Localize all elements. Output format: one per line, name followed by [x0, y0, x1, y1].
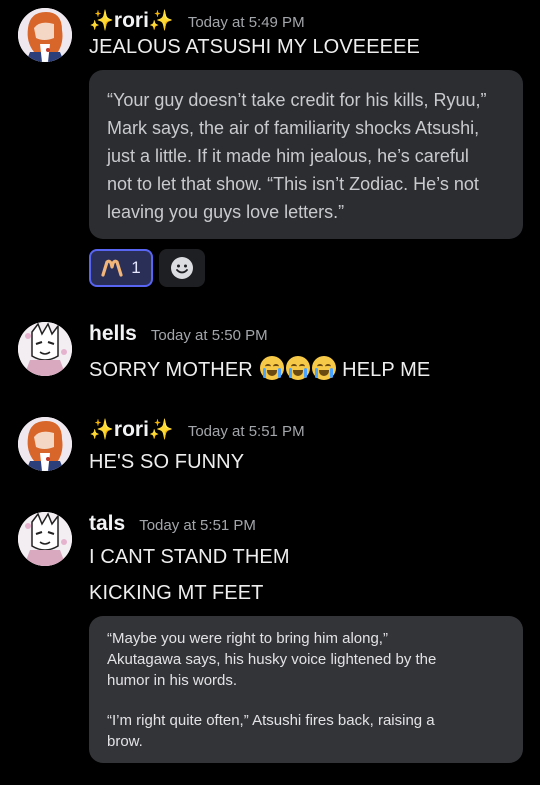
- sparkle-icon: ✨: [89, 419, 114, 441]
- message-header: hells Today at 5:50 PM: [89, 322, 268, 346]
- quote-line: humor in his words.: [107, 672, 238, 689]
- message-text: SORRY MOTHER HELP ME: [89, 356, 430, 382]
- message-tals: tals Today at 5:51 PM I CANT STAND THEM …: [0, 512, 540, 772]
- message-text: I CANT STAND THEM: [89, 546, 290, 568]
- sparkle-icon: ✨: [89, 10, 114, 32]
- message-rori-1: ✨ rori ✨ Today at 5:49 PM JEALOUS ATSUSH…: [0, 8, 540, 288]
- timestamp: Today at 5:51 PM: [187, 423, 305, 440]
- timestamp: Today at 5:51 PM: [139, 517, 256, 534]
- quote-line: brow.: [107, 733, 143, 750]
- username[interactable]: tals: [89, 512, 125, 536]
- avatar[interactable]: [18, 512, 72, 566]
- message-text-start: SORRY MOTHER: [89, 359, 253, 381]
- smiley-icon: [171, 257, 193, 279]
- quote-line: “Maybe you were right to bring him along…: [107, 630, 388, 647]
- quote-line: Mark says, the air of familiarity shocks…: [107, 118, 480, 138]
- reaction-hands-heart[interactable]: 1: [89, 249, 153, 287]
- quote-line: just a little. If it made him jealous, h…: [107, 146, 469, 166]
- reaction-count: 1: [131, 258, 141, 277]
- timestamp: Today at 5:49 PM: [187, 14, 305, 31]
- username[interactable]: hells: [89, 322, 137, 346]
- avatar[interactable]: [18, 417, 72, 471]
- sparkle-icon: ✨: [148, 10, 174, 32]
- loudly-crying-face-icon: [311, 356, 336, 380]
- avatar[interactable]: [18, 8, 72, 62]
- quote-line: not to let that show. “This isn’t Zodiac…: [107, 174, 479, 194]
- quote-card: “Your guy doesn’t take credit for his ki…: [89, 70, 523, 239]
- username[interactable]: rori: [114, 9, 149, 33]
- message-header: tals Today at 5:51 PM: [89, 512, 256, 536]
- loudly-crying-face-icon: [259, 356, 284, 380]
- quote-line: “Your guy doesn’t take credit for his ki…: [107, 90, 487, 110]
- message-rori-2: ✨ rori ✨ Today at 5:51 PM HE'S SO FUNNY: [0, 417, 540, 487]
- username[interactable]: rori: [114, 418, 149, 442]
- message-text-end: HELP ME: [342, 359, 431, 381]
- message-text: HE'S SO FUNNY: [89, 451, 245, 473]
- quote-line: “I’m right quite often,” Atsushi fires b…: [107, 712, 435, 729]
- quote-line: Akutagawa says, his husky voice lightene…: [107, 651, 437, 668]
- loudly-crying-face-icon: [285, 356, 310, 380]
- add-reaction-button[interactable]: [159, 249, 205, 287]
- message-hells: hells Today at 5:50 PM SORRY MOTHER HELP…: [0, 322, 540, 392]
- message-header: ✨ rori ✨ Today at 5:51 PM: [89, 417, 305, 442]
- sparkle-icon: ✨: [148, 419, 174, 441]
- message-text: JEALOUS ATSUSHI MY LOVEEEEE: [89, 36, 420, 58]
- quote-card: “Maybe you were right to bring him along…: [89, 616, 523, 763]
- message-text: KICKING MT FEET: [89, 582, 264, 604]
- timestamp: Today at 5:50 PM: [150, 327, 268, 344]
- hands-heart-icon: [101, 259, 123, 277]
- avatar[interactable]: [18, 322, 72, 376]
- message-header: ✨ rori ✨ Today at 5:49 PM: [89, 8, 305, 33]
- quote-line: leaving you guys love letters.”: [107, 202, 345, 222]
